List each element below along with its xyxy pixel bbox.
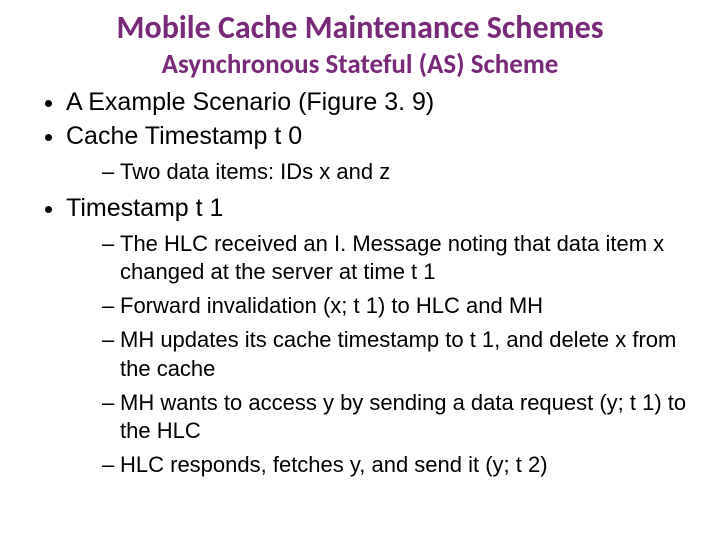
sub-bullet-text: Two data items: IDs x and z (120, 159, 390, 184)
sub-bullet-list: The HLC received an I. Message noting th… (66, 230, 690, 479)
slide-title: Mobile Cache Maintenance Schemes (30, 10, 690, 47)
sub-bullet-text: HLC responds, fetches y, and send it (y;… (120, 452, 548, 477)
sub-bullet-item: Two data items: IDs x and z (102, 158, 690, 186)
sub-bullet-item: HLC responds, fetches y, and send it (y;… (102, 451, 690, 479)
bullet-item: A Example Scenario (Figure 3. 9) (66, 86, 690, 118)
sub-bullet-text: The HLC received an I. Message noting th… (120, 231, 664, 284)
bullet-item: Cache Timestamp t 0 Two data items: IDs … (66, 120, 690, 186)
bullet-text: Cache Timestamp t 0 (66, 122, 302, 150)
sub-bullet-item: MH updates its cache timestamp to t 1, a… (102, 326, 690, 382)
bullet-text: A Example Scenario (Figure 3. 9) (66, 88, 434, 116)
sub-bullet-list: Two data items: IDs x and z (66, 158, 690, 186)
sub-bullet-text: MH wants to access y by sending a data r… (120, 390, 686, 443)
sub-bullet-item: The HLC received an I. Message noting th… (102, 230, 690, 286)
sub-bullet-text: MH updates its cache timestamp to t 1, a… (120, 327, 676, 380)
bullet-item: Timestamp t 1 The HLC received an I. Mes… (66, 192, 690, 479)
slide: Mobile Cache Maintenance Schemes Asynchr… (0, 0, 720, 540)
bullet-text: Timestamp t 1 (66, 194, 223, 222)
sub-bullet-text: Forward invalidation (x; t 1) to HLC and… (120, 293, 543, 318)
sub-bullet-item: MH wants to access y by sending a data r… (102, 389, 690, 445)
sub-bullet-item: Forward invalidation (x; t 1) to HLC and… (102, 292, 690, 320)
slide-subtitle: Asynchronous Stateful (AS) Scheme (30, 49, 690, 80)
bullet-list: A Example Scenario (Figure 3. 9) Cache T… (30, 86, 690, 479)
